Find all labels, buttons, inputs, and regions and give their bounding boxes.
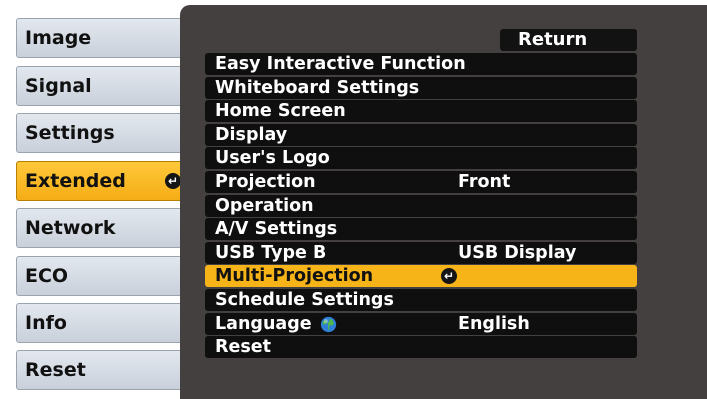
return-button[interactable]: Return [500,29,637,51]
menu-row-language[interactable]: Language English [205,312,637,335]
row-label: Reset [215,337,271,358]
menu-row-av-settings[interactable]: A/V Settings [205,218,637,241]
menu-row-usb-type-b[interactable]: USB Type B USB Display [205,241,637,264]
row-label: Easy Interactive Function [215,54,466,74]
enter-icon: ↵ [441,268,457,285]
settings-list: Easy Interactive Function Whiteboard Set… [205,53,637,360]
tab-info[interactable]: Info [16,303,194,343]
menu-row-easy-interactive-function[interactable]: Easy Interactive Function [205,53,637,75]
row-value: USB Display [458,242,577,263]
menu-row-operation[interactable]: Operation [205,194,637,217]
globe-icon [320,316,337,332]
row-label: Multi-Projection [215,266,374,287]
tab-label: Info [25,312,67,334]
row-label: USB Type B [215,242,327,263]
tab-network[interactable]: Network [16,208,194,248]
tab-eco[interactable]: ECO [16,256,194,296]
tab-label: Extended [25,170,126,192]
tab-reset[interactable]: Reset [16,350,194,390]
menu-row-reset[interactable]: Reset [205,336,637,359]
menu-row-multi-projection[interactable]: Multi-Projection ↵ [205,265,637,288]
menu-row-home-screen[interactable]: Home Screen [205,100,637,123]
menu-row-display[interactable]: Display [205,123,637,146]
row-value: Front [458,171,511,192]
tab-image[interactable]: Image [16,18,194,58]
menu-row-projection[interactable]: Projection Front [205,170,637,193]
tab-label: Image [25,27,92,49]
row-label: Home Screen [215,101,346,122]
tab-label: ECO [25,265,69,287]
row-value: English [458,313,530,334]
tab-label: Reset [25,359,86,381]
row-label: A/V Settings [215,219,338,240]
menu-row-users-logo[interactable]: User's Logo [205,147,637,170]
row-label: Operation [215,195,314,216]
tab-settings[interactable]: Settings [16,113,194,153]
tab-label: Network [25,217,116,239]
tab-signal[interactable]: Signal [16,66,194,106]
menu-tabs: Image Signal Settings Extended ↵ Network… [0,0,200,399]
row-label: Schedule Settings [215,289,394,310]
tab-extended[interactable]: Extended ↵ [16,161,194,201]
row-label: Projection [215,171,316,192]
enter-icon: ↵ [165,173,181,189]
menu-row-schedule-settings[interactable]: Schedule Settings [205,288,637,311]
row-label: Language [215,313,312,334]
tab-label: Settings [25,122,115,144]
tab-label: Signal [25,75,92,97]
menu-row-whiteboard-settings[interactable]: Whiteboard Settings [205,76,637,99]
row-label: Whiteboard Settings [215,77,420,98]
row-label: Display [215,124,288,145]
row-label: User's Logo [215,148,330,169]
